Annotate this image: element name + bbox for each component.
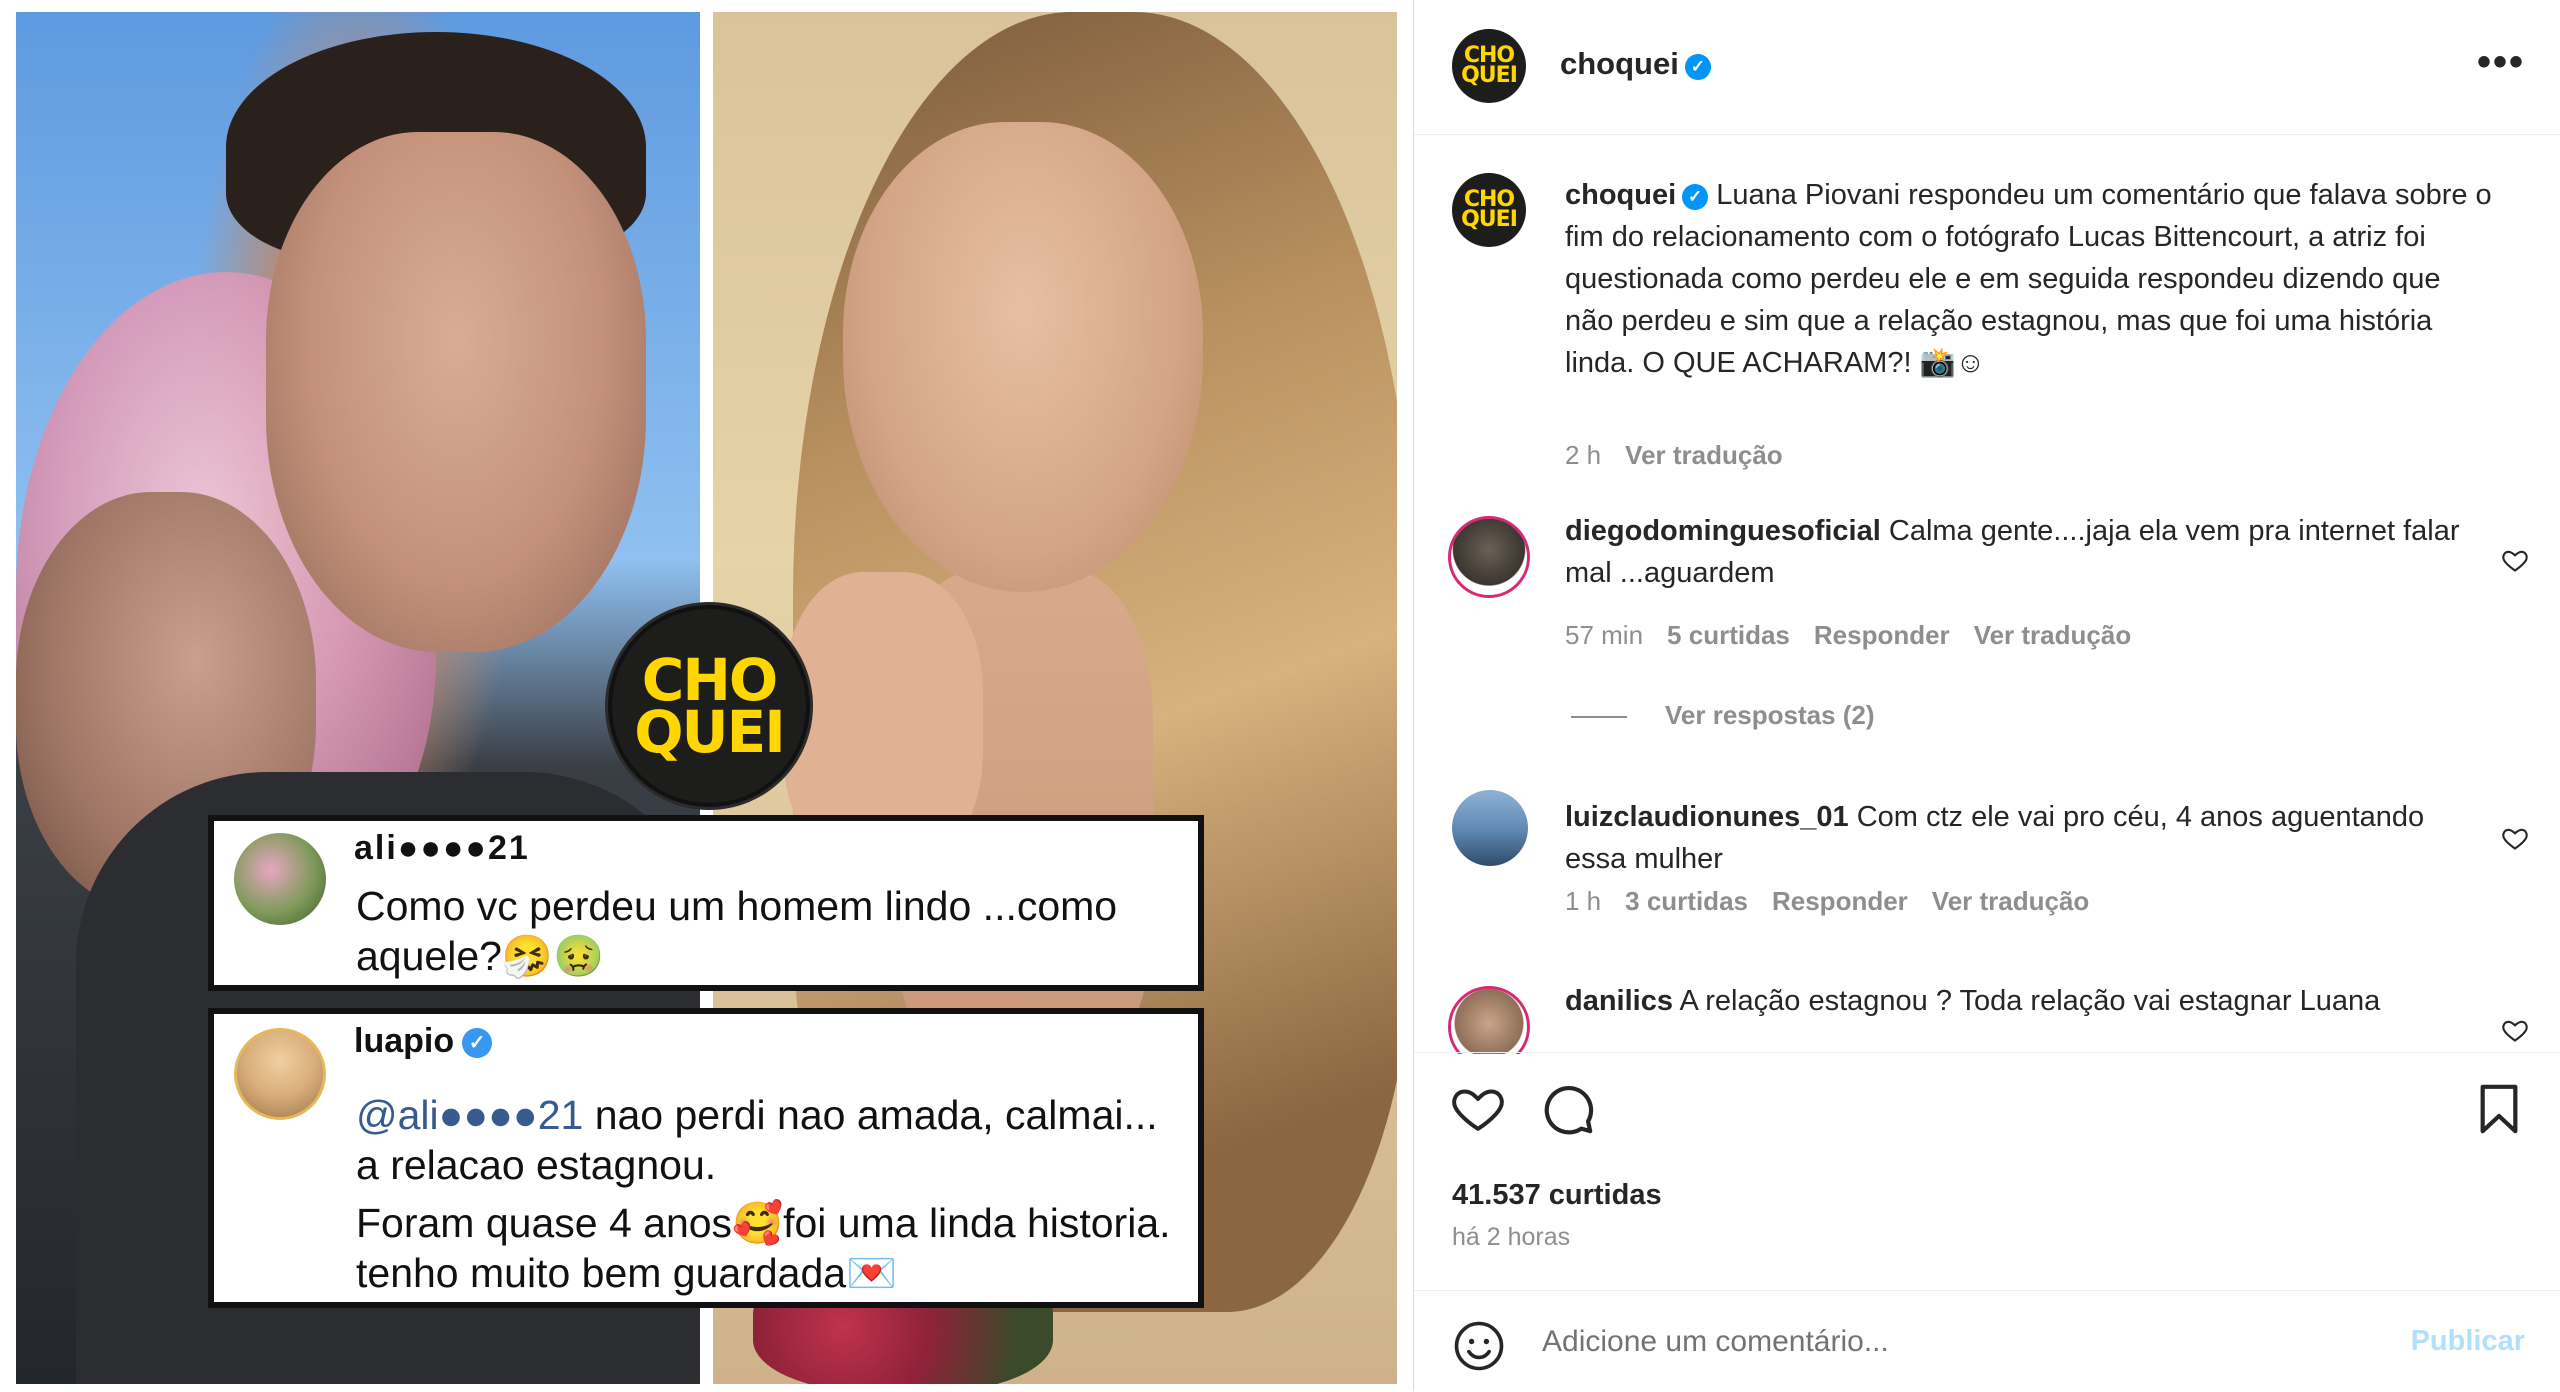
card-username: luapio ✓ xyxy=(354,1022,493,1061)
comment-text: diegodominguesoficial Calma gente....jaj… xyxy=(1565,515,2460,589)
post-actions: 41.537 curtidas há 2 horas xyxy=(1414,1052,2560,1293)
comment-meta: 57 min 5 curtidas Responder Ver tradução xyxy=(1565,620,2132,650)
avatar xyxy=(234,833,326,925)
publish-button[interactable]: Publicar xyxy=(2411,1325,2525,1358)
card-comment-text: Como vc perdeu um homem lindo ...como aq… xyxy=(356,883,1118,979)
screenshot-comment-card: ali●●●●21 Como vc perdeu um homem lindo … xyxy=(208,815,1204,991)
add-comment-bar: Publicar xyxy=(1414,1290,2560,1392)
card-reply-text-2: Foram quase 4 anos🥰foi uma linda histori… xyxy=(356,1200,1171,1296)
post-side-panel: CHO QUEI choquei ✓ ••• CHO QUEI choquei ✓ Lu… xyxy=(1413,0,2560,1391)
avatar[interactable] xyxy=(1452,790,1528,866)
card-username: ali●●●●21 xyxy=(354,829,530,867)
avatar[interactable] xyxy=(1448,516,1530,598)
view-replies-button[interactable]: Ver respostas (2) xyxy=(1571,700,1875,731)
comment-meta: 1 h3 curtidas Responder Ver tradução xyxy=(1565,886,2090,916)
screenshot-reply-card: luapio ✓ @ali●●●●21 nao perdi nao amada, … xyxy=(208,1008,1204,1308)
comments-section[interactable]: CHO QUEI choquei ✓ Luana Piovani respondeu… xyxy=(1414,134,2560,1054)
comment-text: danilics A relação estagnou ? Toda relaç… xyxy=(1565,985,2381,1017)
caption-meta: 2 h Ver tradução xyxy=(1565,440,1783,471)
avatar xyxy=(234,1028,326,1120)
comment-username[interactable]: danilics xyxy=(1565,985,1673,1017)
heart-icon[interactable] xyxy=(2501,546,2529,574)
heart-icon[interactable] xyxy=(2501,824,2529,852)
caption-text: choquei ✓ Luana Piovani respondeu um come… xyxy=(1565,179,2492,379)
verified-badge-icon: ✓ xyxy=(1684,54,1711,80)
avatar[interactable]: CHO QUEI xyxy=(1452,29,1526,103)
likes-count[interactable]: 41.537 curtidas xyxy=(1452,1179,1662,1212)
comment-username[interactable]: diegodominguesoficial xyxy=(1565,515,1881,547)
translate-link[interactable]: Ver tradução xyxy=(1625,440,1783,470)
mention: @ali●●●●21 xyxy=(356,1092,584,1138)
avatar[interactable]: CHO QUEI xyxy=(1452,173,1526,247)
card-reply-text: @ali●●●●21 nao perdi nao amada, calmai..… xyxy=(356,1092,1158,1188)
heart-icon[interactable] xyxy=(1450,1081,1506,1137)
verified-badge-icon: ✓ xyxy=(462,1028,493,1059)
comment-icon[interactable] xyxy=(1540,1081,1596,1137)
smiley-icon[interactable] xyxy=(1452,1319,1506,1373)
choquei-logo-badge: CHO QUEI xyxy=(608,605,810,807)
post-header: CHO QUEI choquei ✓ ••• xyxy=(1414,0,2560,135)
verified-badge-icon: ✓ xyxy=(1682,184,1709,210)
caption-username[interactable]: choquei xyxy=(1565,179,1676,211)
bookmark-icon[interactable] xyxy=(2471,1081,2527,1137)
avatar[interactable] xyxy=(1448,986,1530,1054)
comment-username[interactable]: luizclaudionunes_01 xyxy=(1565,801,1849,833)
more-options-icon[interactable]: ••• xyxy=(2477,40,2525,85)
caption-time: 2 h xyxy=(1565,440,1602,470)
posted-time: há 2 horas xyxy=(1452,1223,1571,1251)
heart-icon[interactable] xyxy=(2501,1016,2529,1044)
header-username[interactable]: choquei ✓ xyxy=(1560,46,1711,82)
post-image[interactable]: CHO QUEI ali●●●●21 Como vc perdeu um hom… xyxy=(0,0,1413,1391)
comment-text: luizclaudionunes_01 Com ctz ele vai pro … xyxy=(1565,801,2425,875)
comment-input[interactable] xyxy=(1540,1311,2344,1373)
